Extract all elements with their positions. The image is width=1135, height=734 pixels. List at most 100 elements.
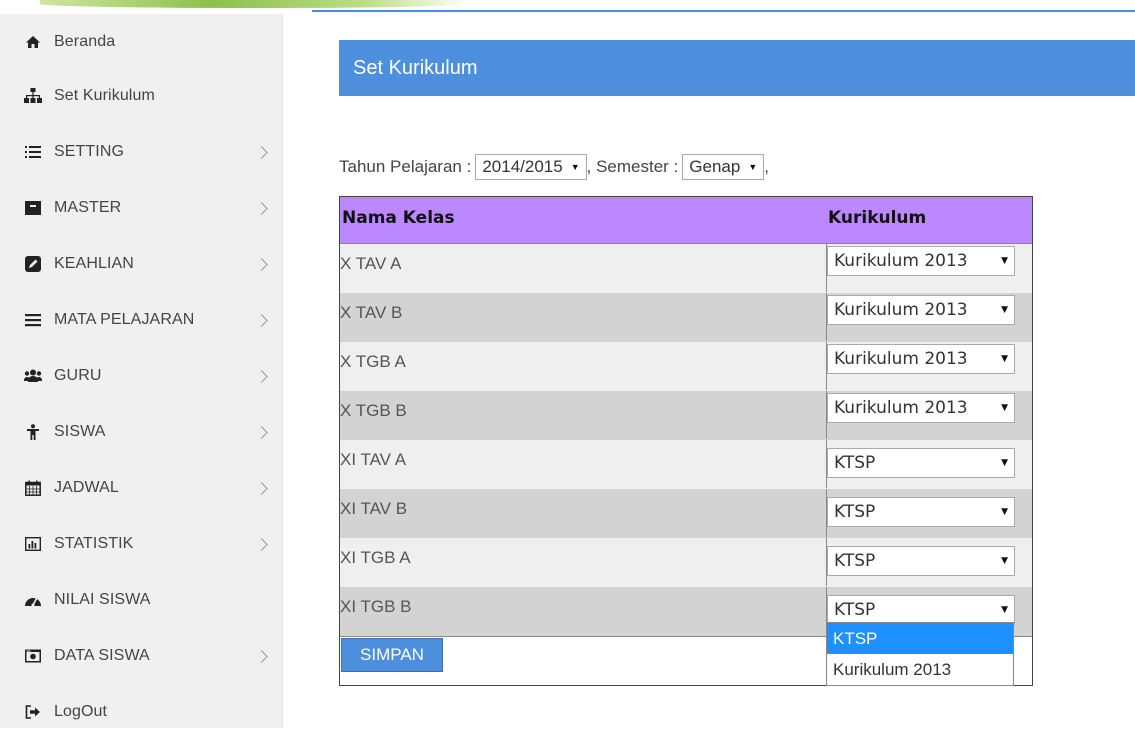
chevron-right-icon [255,257,268,271]
kurikulum-dropdown-list: KTSP Kurikulum 2013 [826,622,1014,686]
column-header-nama-kelas: Nama Kelas [342,208,455,228]
page-header: Set Kurikulum [339,40,1135,96]
sidebar-item-label: NILAI SISWA [54,591,151,608]
chevron-right-icon [255,201,268,215]
sidebar-item-label: SISWA [54,423,106,440]
users-icon [24,367,42,385]
chevron-right-icon [255,425,268,439]
filter-row: Tahun Pelajaran : 2014/2015 ▼ , Semester… [339,152,769,182]
menu-icon [24,311,42,329]
table-header: Nama Kelas Kurikulum [340,197,1032,244]
sidebar-item-master[interactable]: MASTER [0,186,282,230]
kurikulum-select-value: KTSP [834,453,876,473]
separator-comma: , [764,157,769,176]
year-label: Tahun Pelajaran : [339,157,472,176]
kurikulum-select-value: Kurikulum 2013 [834,349,968,369]
sidebar-item-nilai-siswa[interactable]: NILAI SISWA [0,578,282,622]
sidebar-item-statistik[interactable]: STATISTIK [0,522,282,566]
year-select-value: 2014/2015 [482,157,563,176]
top-accent-bar [40,0,470,8]
year-select[interactable]: 2014/2015 ▼ [475,154,587,180]
caret-down-icon: ▼ [1001,556,1008,566]
sidebar-item-guru[interactable]: GURU [0,354,282,398]
sidebar-item-setting[interactable]: SETTING [0,130,282,174]
class-name: XI TAV A [340,450,407,469]
kurikulum-select[interactable]: KTSP ▼ [827,497,1015,527]
chevron-right-icon [255,481,268,495]
class-name: X TGB A [340,352,406,371]
separator-comma: , [586,157,597,176]
sidebar-item-set-kurikulum[interactable]: Set Kurikulum [0,74,282,118]
semester-label: Semester : [596,157,679,176]
kurikulum-select[interactable]: Kurikulum 2013 ▼ [827,246,1015,276]
chevron-right-icon [255,369,268,383]
sidebar-item-label: MATA PELAJARAN [54,311,195,328]
kurikulum-cell: Kurikulum 2013 ▼ [826,244,1033,292]
kurikulum-select-value: Kurikulum 2013 [834,398,968,418]
sidebar-item-label: STATISTIK [54,535,134,552]
kurikulum-select[interactable]: Kurikulum 2013 ▼ [827,344,1015,374]
camera-icon [24,647,42,665]
kurikulum-select[interactable]: Kurikulum 2013 ▼ [827,393,1015,423]
kurikulum-select-value: KTSP [834,502,876,522]
sidebar-item-label: Set Kurikulum [54,87,155,104]
sidebar-item-logout[interactable]: LogOut [0,690,282,734]
kurikulum-select[interactable]: Kurikulum 2013 ▼ [827,295,1015,325]
sidebar-item-label: KEAHLIAN [54,255,134,272]
kurikulum-select[interactable]: KTSP ▼ [827,546,1015,576]
table-row: X TGB B Kurikulum 2013 ▼ [340,391,1032,441]
sidebar-item-label: DATA SISWA [54,647,150,664]
semester-select[interactable]: Genap ▼ [682,154,765,180]
table-row: XI TAV B KTSP ▼ [340,489,1032,539]
chevron-right-icon [255,145,268,159]
table-row: XI TAV A KTSP ▼ [340,440,1032,490]
class-name: XI TGB A [340,548,411,567]
calendar-icon [24,479,42,497]
caret-down-icon: ▼ [1001,605,1008,615]
kurikulum-cell: Kurikulum 2013 ▼ [826,293,1033,341]
sign-out-icon [24,703,42,721]
caret-down-icon: ▼ [1001,507,1008,517]
class-name: X TAV A [340,254,402,273]
edit-icon [24,255,42,273]
table-row: XI TGB A KTSP ▼ [340,538,1032,588]
sidebar-item-siswa[interactable]: SISWA [0,410,282,454]
sidebar-item-label: MASTER [54,199,122,216]
home-icon [24,33,42,51]
content-top-border [312,10,1135,12]
caret-down-icon: ▼ [748,162,758,172]
kurikulum-select-value: Kurikulum 2013 [834,300,968,320]
class-name: XI TAV B [340,499,408,518]
dropdown-option-ktsp[interactable]: KTSP [827,623,1013,654]
class-name: X TGB B [340,401,407,420]
kurikulum-select[interactable]: KTSP ▼ [827,448,1015,478]
class-name: X TAV B [340,303,403,322]
sidebar-item-label: JADWAL [54,479,119,496]
sidebar-item-label: Beranda [54,33,116,50]
kurikulum-cell: KTSP ▼ [826,538,1033,586]
sidebar-item-mata-pelajaran[interactable]: MATA PELAJARAN [0,298,282,342]
chevron-right-icon [255,313,268,327]
dashboard-icon [24,591,42,609]
column-header-kurikulum: Kurikulum [828,208,927,228]
sidebar-item-jadwal[interactable]: JADWAL [0,466,282,510]
kurikulum-select-value: Kurikulum 2013 [834,251,968,271]
caret-down-icon: ▼ [1001,354,1008,364]
sitemap-icon [24,87,42,105]
caret-down-icon: ▼ [1001,403,1008,413]
table-row: X TAV A Kurikulum 2013 ▼ [340,244,1032,294]
sidebar-item-beranda[interactable]: Beranda [0,20,282,64]
caret-down-icon: ▼ [1001,256,1008,266]
bar-chart-icon [24,535,42,553]
kurikulum-cell: KTSP ▼ [826,440,1033,488]
kurikulum-select[interactable]: KTSP ▼ [827,595,1015,625]
sidebar-item-keahlian[interactable]: KEAHLIAN [0,242,282,286]
kurikulum-cell: Kurikulum 2013 ▼ [826,391,1033,439]
sidebar-item-data-siswa[interactable]: DATA SISWA [0,634,282,678]
kurikulum-cell: KTSP ▼ [826,489,1033,537]
semester-select-value: Genap [689,157,741,176]
sidebar-item-label: SETTING [54,143,125,160]
table-row: X TAV B Kurikulum 2013 ▼ [340,293,1032,343]
dropdown-option-kurikulum-2013[interactable]: Kurikulum 2013 [827,654,1013,685]
save-button[interactable]: SIMPAN [341,638,443,672]
